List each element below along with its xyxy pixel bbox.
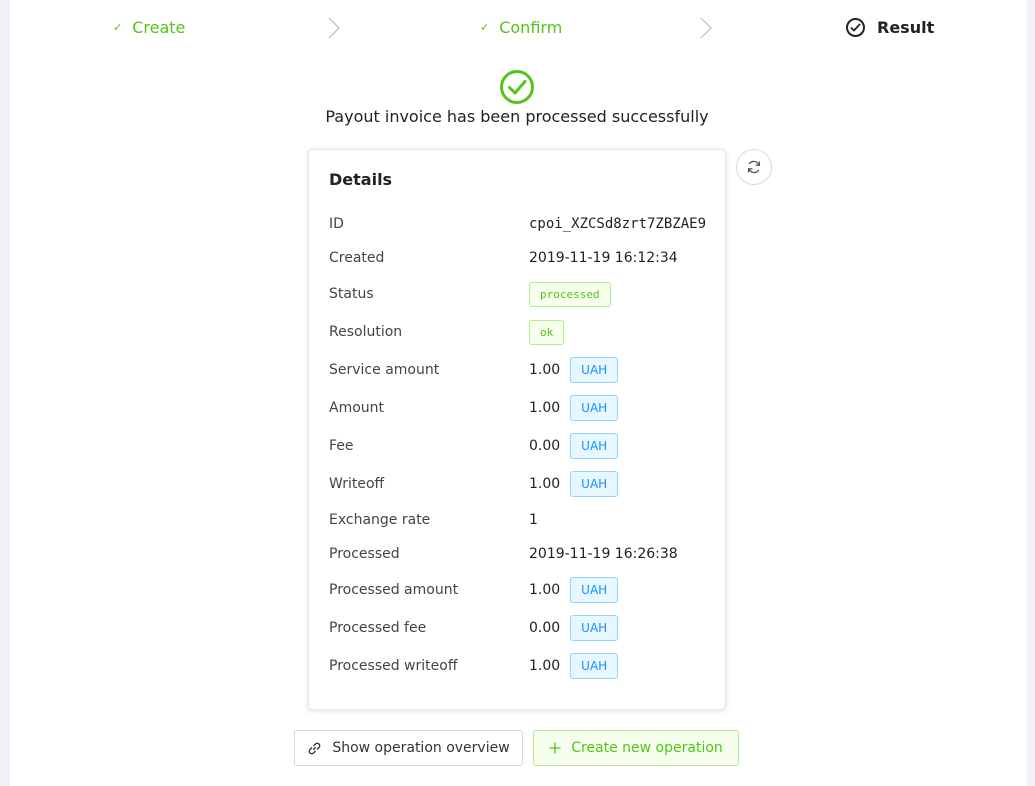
detail-row-fee: Fee 0.00 UAH	[329, 431, 709, 461]
detail-label: Amount	[329, 400, 385, 416]
detail-row-writeoff: Writeoff 1.00 UAH	[329, 469, 709, 499]
detail-row-processed-fee: Processed fee 0.00 UAH	[329, 613, 709, 643]
detail-value: 1.00	[529, 400, 561, 416]
link-icon	[307, 741, 322, 756]
step-confirm: ✓ Confirm	[480, 18, 562, 37]
detail-label: ID	[329, 216, 344, 232]
detail-label: Fee	[329, 438, 354, 454]
resolution-badge: ok	[529, 319, 565, 345]
step-create: ✓ Create	[113, 18, 185, 37]
chevron-right-icon	[700, 17, 712, 39]
detail-row-processed-writeoff: Processed writeoff 1.00 UAH	[329, 651, 709, 681]
details-card: Details ID cpoi_XZCSd8zrt7ZBZAE9 Created…	[308, 149, 726, 710]
detail-value: 1	[529, 512, 538, 528]
detail-label: Created	[329, 250, 385, 266]
currency-badge: UAH	[570, 357, 619, 383]
detail-value: 1.00	[529, 658, 561, 674]
detail-label: Service amount	[329, 362, 440, 378]
detail-label: Processed writeoff	[329, 658, 458, 674]
detail-row-service-amount: Service amount 1.00 UAH	[329, 355, 709, 385]
refresh-button[interactable]	[736, 149, 772, 185]
detail-row-processed-amount: Processed amount 1.00 UAH	[329, 575, 709, 605]
plus-icon	[549, 742, 561, 754]
detail-value: 1.00	[529, 582, 561, 598]
detail-row-resolution: Resolution ok	[329, 317, 709, 347]
detail-label: Processed fee	[329, 620, 427, 636]
detail-row-id: ID cpoi_XZCSd8zrt7ZBZAE9	[329, 209, 709, 239]
create-new-operation-button[interactable]: Create new operation	[533, 730, 739, 766]
page: ✓ Create ✓ Confirm Result Payout invoice…	[10, 0, 1027, 786]
detail-row-processed: Processed 2019-11-19 16:26:38	[329, 539, 709, 569]
detail-label: Exchange rate	[329, 512, 431, 528]
currency-badge: UAH	[570, 615, 619, 641]
check-circle-icon	[846, 18, 865, 37]
detail-value: 0.00	[529, 620, 561, 636]
detail-value: 2019-11-19 16:26:38	[529, 546, 678, 562]
currency-badge: UAH	[570, 433, 619, 459]
detail-row-exchange-rate: Exchange rate 1	[329, 505, 709, 535]
detail-label: Writeoff	[329, 476, 385, 492]
step-label: Confirm	[499, 18, 563, 37]
detail-value: 2019-11-19 16:12:34	[529, 250, 678, 266]
detail-value: 1.00	[529, 476, 561, 492]
detail-label: Processed amount	[329, 582, 459, 598]
detail-label: Processed	[329, 546, 400, 562]
detail-row-amount: Amount 1.00 UAH	[329, 393, 709, 423]
detail-row-created: Created 2019-11-19 16:12:34	[329, 243, 709, 273]
step-label: Result	[877, 18, 935, 37]
chevron-right-icon	[328, 17, 340, 39]
detail-row-status: Status processed	[329, 279, 709, 309]
currency-badge: UAH	[570, 395, 619, 421]
status-badge: processed	[529, 281, 611, 307]
refresh-icon	[747, 160, 761, 174]
button-label: Show operation overview	[332, 740, 510, 756]
detail-label: Status	[329, 286, 374, 302]
show-operation-overview-button[interactable]: Show operation overview	[294, 730, 523, 766]
success-message: Payout invoice has been processed succes…	[325, 107, 709, 126]
detail-value: cpoi_XZCSd8zrt7ZBZAE9	[529, 216, 707, 232]
check-icon: ✓	[113, 21, 123, 34]
currency-badge: UAH	[570, 577, 619, 603]
check-icon: ✓	[480, 21, 490, 34]
detail-label: Resolution	[329, 324, 403, 340]
step-label: Create	[132, 18, 186, 37]
currency-badge: UAH	[570, 471, 619, 497]
detail-value: 1.00	[529, 362, 561, 378]
detail-value: 0.00	[529, 438, 561, 454]
button-label: Create new operation	[571, 740, 723, 756]
step-result: Result	[846, 18, 934, 37]
check-circle-icon	[500, 70, 534, 104]
card-title: Details	[329, 170, 393, 189]
steps-bar: ✓ Create ✓ Confirm Result	[10, 0, 1027, 56]
currency-badge: UAH	[570, 653, 619, 679]
